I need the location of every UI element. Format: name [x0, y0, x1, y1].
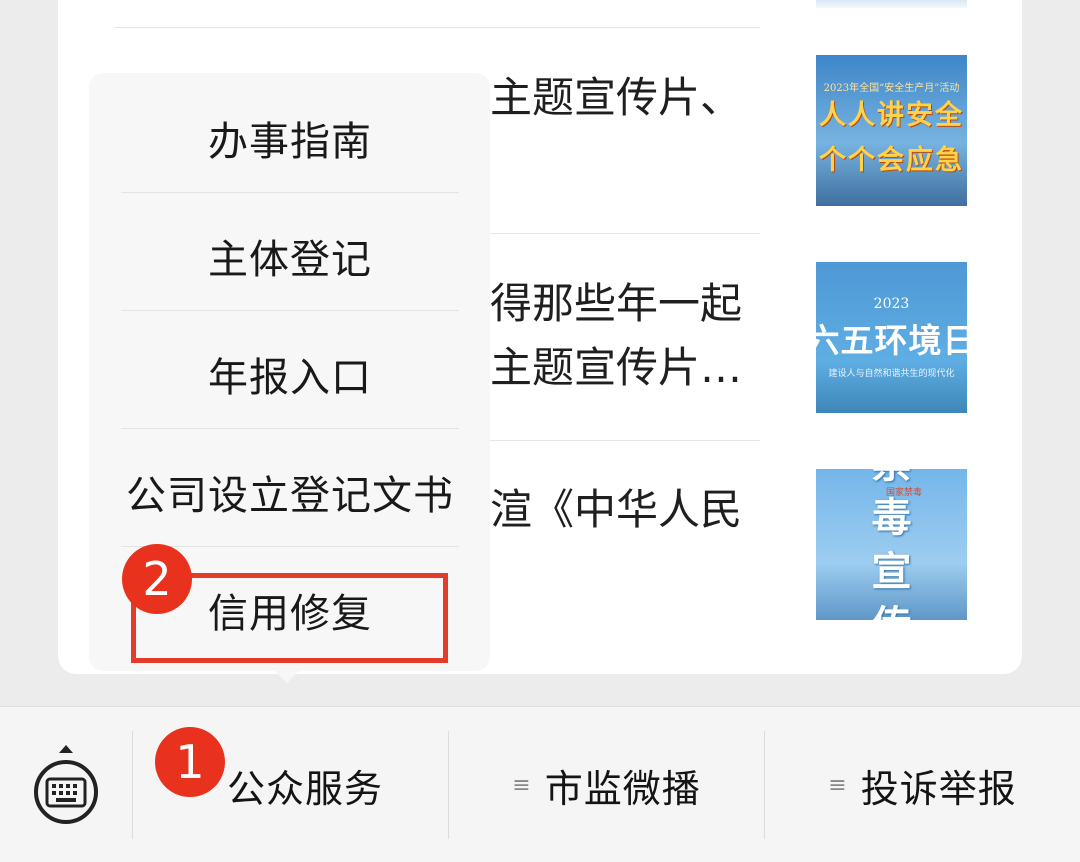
list-divider: [114, 27, 760, 28]
caret-up-icon: [59, 745, 73, 753]
article-item[interactable]: 得那些年一起 主题宣传片…: [490, 272, 790, 400]
menu-divider: [121, 192, 459, 193]
menu-icon: ≡: [828, 772, 847, 798]
menu-item-guide[interactable]: 办事指南: [121, 79, 459, 197]
article-title-line: 渲《中华人民: [490, 485, 743, 534]
thumbnail-subtitle: 建设人与自然和谐共生的现代化: [828, 369, 955, 379]
article-thumbnail[interactable]: 2023年全国“安全生产月”活动 人人讲安全 个个会应急: [816, 55, 967, 206]
thumbnail-headline: 六五环境日: [816, 321, 967, 360]
thumbnail-headline: 人人讲安全: [819, 99, 964, 131]
article-thumbnail-partial[interactable]: [816, 0, 967, 8]
thumbnail-year: 2023: [873, 296, 910, 312]
step-badge-2: 2: [122, 544, 192, 614]
article-thumbnail[interactable]: 2023 六五环境日 建设人与自然和谐共生的现代化: [816, 262, 967, 413]
thumbnail-headline: 宣传: [871, 547, 936, 621]
tab-divider: [132, 731, 133, 839]
menu-item-annual-report[interactable]: 年报入口: [121, 315, 459, 433]
menu-item-registration[interactable]: 主体登记: [121, 197, 459, 315]
tab-public-service[interactable]: 公众服务: [220, 747, 390, 823]
menu-icon: ≡: [512, 772, 531, 798]
tab-label: 投诉举报: [860, 766, 1017, 811]
thumbnail-headline: 禁毒: [871, 469, 936, 541]
submenu-pointer: [273, 669, 301, 683]
tab-label: 市监微播: [544, 766, 701, 811]
thumbnail-caption: 2023年全国“安全生产月”活动: [823, 83, 960, 94]
thumbnail-badge: 国家禁毒: [886, 488, 923, 498]
keyboard-icon[interactable]: [33, 759, 99, 825]
article-title-line: 主题宣传片…: [490, 343, 743, 392]
step-badge-1: 1: [155, 727, 225, 797]
menu-divider: [121, 310, 459, 311]
tab-label: 公众服务: [226, 766, 383, 811]
article-title-line: 得那些年一起: [490, 279, 743, 328]
article-item[interactable]: 渲《中华人民: [490, 478, 790, 542]
article-item[interactable]: 主题宣传片、: [490, 66, 790, 130]
thumbnail-headline: 个个会应急: [819, 144, 964, 176]
tab-complaint-report[interactable]: ≡ 投诉举报: [765, 747, 1080, 823]
tab-market-broadcast[interactable]: ≡ 市监微播: [449, 747, 764, 823]
menu-item-company-documents[interactable]: 公司设立登记文书: [121, 433, 459, 551]
article-thumbnail[interactable]: 国家禁毒 禁毒 宣传: [816, 469, 967, 620]
article-title-line: 主题宣传片、: [490, 73, 743, 122]
menu-divider: [121, 428, 459, 429]
